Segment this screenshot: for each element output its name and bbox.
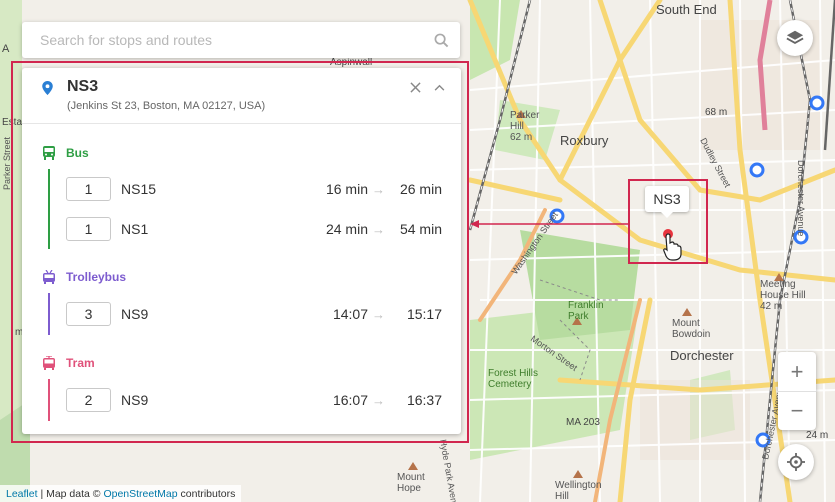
arrow-right-icon: → [372, 222, 385, 237]
leaflet-link[interactable]: Leaflet [6, 488, 38, 500]
route-name: NS15 [121, 181, 157, 197]
attribution-suffix: contributors [177, 487, 236, 500]
map-label-dorchester: Dorchester [670, 348, 734, 363]
route-row[interactable]: 2 NS9 16:07 → 16:37 [66, 388, 442, 412]
zoom-out-button[interactable]: − [778, 391, 816, 430]
street-label-parker: Parker Street [2, 136, 12, 190]
route-row[interactable]: 1 NS1 24 min → 54 min [66, 217, 442, 241]
arrow-right-icon: → [372, 307, 385, 322]
stop-name: NS3 [67, 78, 99, 95]
stop-address: (Jenkins St 23, Boston, MA 02127, USA) [67, 100, 266, 112]
zoom-control: + − [778, 352, 816, 430]
layers-button[interactable] [777, 20, 813, 56]
route-name: NS1 [121, 221, 149, 237]
section-trolleybus-header: Trolleybus [42, 267, 126, 287]
tram-icon [42, 355, 56, 370]
route-row[interactable]: 3 NS9 14:07 → 15:17 [66, 302, 442, 326]
bus-icon [42, 146, 56, 160]
transit-stop-marker [749, 162, 765, 178]
stop-marker-tooltip[interactable]: NS3 [645, 186, 689, 218]
map-label-mount-hope: Mount Hope [397, 472, 425, 494]
transit-stop-marker [809, 95, 825, 111]
street-label-dorchester-ave: Dorchester Avenue [796, 160, 806, 236]
close-icon[interactable] [406, 78, 424, 96]
route-time-end: 16:37 [406, 392, 442, 408]
route-row[interactable]: 1 NS15 16 min → 26 min [66, 177, 442, 201]
section-bus: Bus 1 NS15 16 min → 26 min 1 NS1 24 min … [22, 143, 461, 253]
map-attribution: Leaflet | Map data © OpenStreetMap contr… [0, 485, 242, 502]
search-input[interactable] [40, 32, 432, 48]
section-trolleybus-line [48, 293, 50, 335]
panel-header: NS3 (Jenkins St 23, Boston, MA 02127, US… [22, 68, 461, 124]
section-tram: Tram 2 NS9 16:07 → 16:37 [22, 353, 461, 423]
map-label-aspinwall: Aspinwall [330, 57, 372, 68]
map-label-south-end: South End [656, 2, 717, 17]
map-label-forest-hills: Forest Hills Cemetery [488, 368, 538, 390]
section-tram-line [48, 379, 50, 421]
locate-button[interactable] [778, 444, 814, 480]
location-pin-icon [42, 81, 53, 100]
section-trolleybus-label: Trolleybus [66, 270, 127, 284]
route-number-badge[interactable]: 1 [66, 177, 111, 201]
trolleybus-icon [42, 269, 56, 284]
route-time-end: 26 min [399, 181, 442, 197]
route-number-badge[interactable]: 2 [66, 388, 111, 412]
section-tram-header: Tram [42, 353, 95, 373]
route-number-badge[interactable]: 3 [66, 302, 111, 326]
stop-info-panel: NS3 (Jenkins St 23, Boston, MA 02127, US… [22, 68, 461, 434]
route-time-start: 24 min [325, 221, 368, 237]
arrow-right-icon: → [372, 182, 385, 197]
route-time-end: 54 min [399, 221, 442, 237]
search-icon[interactable] [432, 31, 450, 49]
route-name: NS9 [121, 306, 149, 322]
map-label-a: A [2, 43, 10, 55]
layers-icon [786, 30, 804, 44]
map-label-elevation-68: 68 m [705, 107, 727, 118]
map-label-roxbury: Roxbury [560, 133, 609, 148]
route-name: NS9 [121, 392, 149, 408]
zoom-in-button[interactable]: + [778, 352, 816, 391]
route-time-start: 14:07 [332, 306, 368, 322]
attribution-separator: | Map data © [37, 487, 104, 500]
section-bus-label: Bus [66, 146, 89, 160]
route-time-end: 15:17 [406, 306, 442, 322]
map-label-elevation-24: 24 m [806, 430, 828, 441]
route-time-start: 16 min [325, 181, 368, 197]
section-bus-header: Bus [42, 143, 89, 163]
osm-link[interactable]: OpenStreetMap [103, 488, 177, 500]
crosshair-icon [787, 453, 805, 471]
section-tram-label: Tram [66, 356, 95, 370]
search-bar [22, 22, 460, 58]
section-bus-line [48, 169, 50, 249]
map-label-ma-203: MA 203 [566, 417, 600, 428]
section-trolleybus: Trolleybus 3 NS9 14:07 → 15:17 [22, 267, 461, 337]
chevron-up-icon[interactable] [430, 78, 448, 96]
arrow-right-icon: → [372, 393, 385, 408]
route-time-start: 16:07 [332, 392, 368, 408]
route-number-badge[interactable]: 1 [66, 217, 111, 241]
